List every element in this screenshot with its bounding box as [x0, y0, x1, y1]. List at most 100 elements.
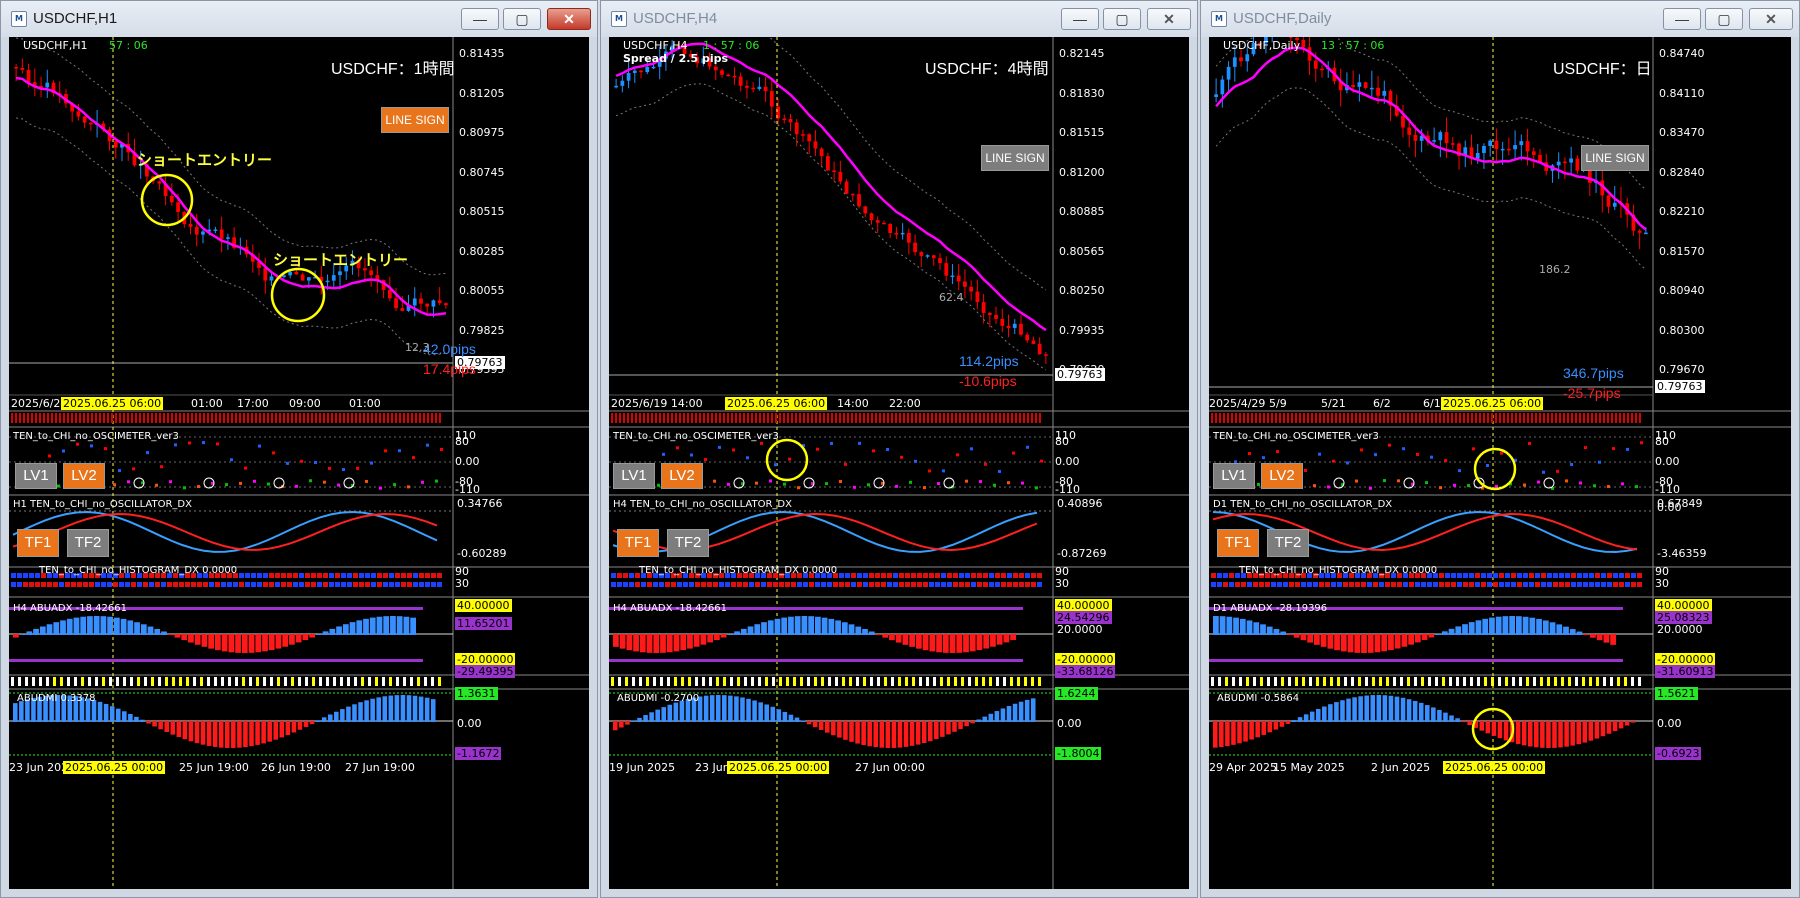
signal-strip-bar [131, 413, 133, 423]
histogram-cell [1337, 582, 1342, 587]
histogram-cell [227, 582, 232, 587]
signal-strip-bar [271, 413, 273, 423]
maximize-button[interactable]: ▢ [503, 8, 541, 30]
signal-strip-bar [655, 413, 657, 423]
candle-body [938, 258, 942, 264]
signal-strip-bar [1443, 413, 1445, 423]
histogram-cell [1493, 573, 1498, 578]
histogram-cell [917, 582, 922, 587]
chart-area[interactable]: USDCHF,H4 1 : 57 : 06 Spread / 2.5 pips USD… [609, 37, 1189, 889]
candle-body [1357, 82, 1362, 87]
signal-strip-bar [1499, 413, 1501, 423]
oscimeter-dot [426, 443, 429, 447]
tf2-button[interactable]: TF2 [667, 529, 709, 557]
minimize-button[interactable]: — [1061, 8, 1099, 30]
histogram-cell [245, 573, 250, 578]
chart-window-h1[interactable]: M USDCHF,H1 — ▢ ✕ USDCHF,H1 57 : 06 USDCHF… [0, 0, 598, 898]
histogram-cell [1469, 573, 1474, 578]
signal-strip-bar [940, 677, 943, 686]
close-button[interactable]: ✕ [1749, 8, 1793, 30]
histogram-cell [305, 573, 310, 578]
minimize-button[interactable]: — [1663, 8, 1701, 30]
histogram-cell [269, 573, 274, 578]
minimize-icon: — [1675, 11, 1689, 27]
indicator-scale-tag: 0.00 [1657, 717, 1682, 730]
histogram-cell [239, 573, 244, 578]
candle-body [20, 67, 25, 70]
abuadx-bar [1226, 616, 1233, 635]
title-bar[interactable]: M USDCHF,H4 — ▢ ✕ [601, 1, 1197, 37]
indicator-title: TEN_to_CHI_no_HISTOGRAM_DX 0.0000 [639, 565, 838, 576]
maximize-button[interactable]: ▢ [1705, 8, 1743, 30]
abuadx-bar [1603, 634, 1610, 643]
line-sign-button[interactable]: LINE SIGN [1581, 145, 1649, 171]
tf1-button[interactable]: TF1 [17, 529, 59, 557]
close-button[interactable]: ✕ [1147, 8, 1191, 30]
abudmi-bar [958, 721, 963, 730]
candle-body [626, 73, 631, 81]
histogram-cell [83, 582, 88, 587]
histogram-cell [323, 582, 328, 587]
abuadx-bar [1253, 622, 1260, 635]
signal-strip-bar [1591, 413, 1593, 423]
chart-window-h4[interactable]: M USDCHF,H4 — ▢ ✕ USDCHF,H4 1 : 57 : 06 Sp… [600, 0, 1198, 898]
signal-strip-bar [1316, 677, 1319, 686]
oscimeter-dot [267, 482, 270, 486]
oscimeter-dot [993, 483, 996, 487]
histogram-cell [1511, 582, 1516, 587]
lv1-button[interactable]: LV1 [15, 463, 57, 489]
oscimeter-dot [398, 449, 401, 453]
chart-window-daily[interactable]: M USDCHF,Daily — ▢ ✕ USDCHF,Daily 13 : 57… [1200, 0, 1800, 898]
histogram-cell [347, 573, 352, 578]
signal-strip-bar [863, 413, 865, 423]
minimize-button[interactable]: — [461, 8, 499, 30]
tf2-button[interactable]: TF2 [67, 529, 109, 557]
signal-strip-bar [1303, 413, 1305, 423]
abudmi-bar [140, 719, 145, 722]
abudmi-bar [782, 711, 788, 722]
tf1-button[interactable]: TF1 [617, 529, 659, 557]
lv2-button[interactable]: LV2 [661, 463, 703, 489]
abudmi-bar [1594, 721, 1600, 739]
chart-area[interactable]: USDCHF,H1 57 : 06 USDCHF：1時間 LINE SIGN 0.814… [9, 37, 589, 889]
candle-body [788, 118, 793, 123]
abuadx-bar [693, 634, 700, 647]
signal-strip-bar [235, 677, 238, 686]
abudmi-bar [334, 711, 339, 722]
abuadx-bar [1549, 622, 1556, 635]
abuadx-bar [754, 624, 761, 635]
abudmi-bar [1431, 707, 1436, 722]
histogram-cell [1451, 582, 1456, 587]
tf1-button[interactable]: TF1 [1217, 529, 1259, 557]
oscimeter-dot [286, 461, 289, 465]
title-bar[interactable]: M USDCHF,H1 — ▢ ✕ [1, 1, 597, 37]
histogram-cell [1637, 573, 1642, 578]
abuadx-bar [26, 631, 33, 635]
signal-strip-bar [855, 413, 857, 423]
signal-strip-bar [961, 677, 964, 686]
signal-strip-bar [259, 413, 261, 423]
lv2-button[interactable]: LV2 [1261, 463, 1303, 489]
abuadx-bar [87, 616, 93, 635]
abudmi-bar [1309, 711, 1315, 722]
signal-strip-bar [396, 677, 399, 686]
abudmi-bar [1497, 721, 1503, 739]
abudmi-bar [1588, 721, 1594, 741]
line-sign-button[interactable]: LINE SIGN [381, 107, 449, 133]
title-bar[interactable]: M USDCHF,Daily — ▢ ✕ [1201, 1, 1799, 37]
histogram-cell [1265, 582, 1270, 587]
signal-strip-bar [23, 413, 25, 423]
abudmi-bar [1491, 721, 1497, 736]
lv1-button[interactable]: LV1 [613, 463, 655, 489]
tf2-button[interactable]: TF2 [1267, 529, 1309, 557]
oscimeter-dot [1570, 462, 1573, 466]
maximize-button[interactable]: ▢ [1103, 8, 1141, 30]
chart-area[interactable]: USDCHF,Daily 13 : 57 : 06 USDCHF：日 LINE SIG… [1209, 37, 1791, 889]
abuadx-bar [1340, 634, 1347, 652]
line-sign-button[interactable]: LINE SIGN [981, 145, 1049, 171]
lv2-button[interactable]: LV2 [63, 463, 105, 489]
lv1-button[interactable]: LV1 [1213, 463, 1255, 489]
close-button[interactable]: ✕ [547, 8, 591, 30]
candle-body [869, 213, 874, 221]
abuadx-bar [619, 634, 626, 649]
